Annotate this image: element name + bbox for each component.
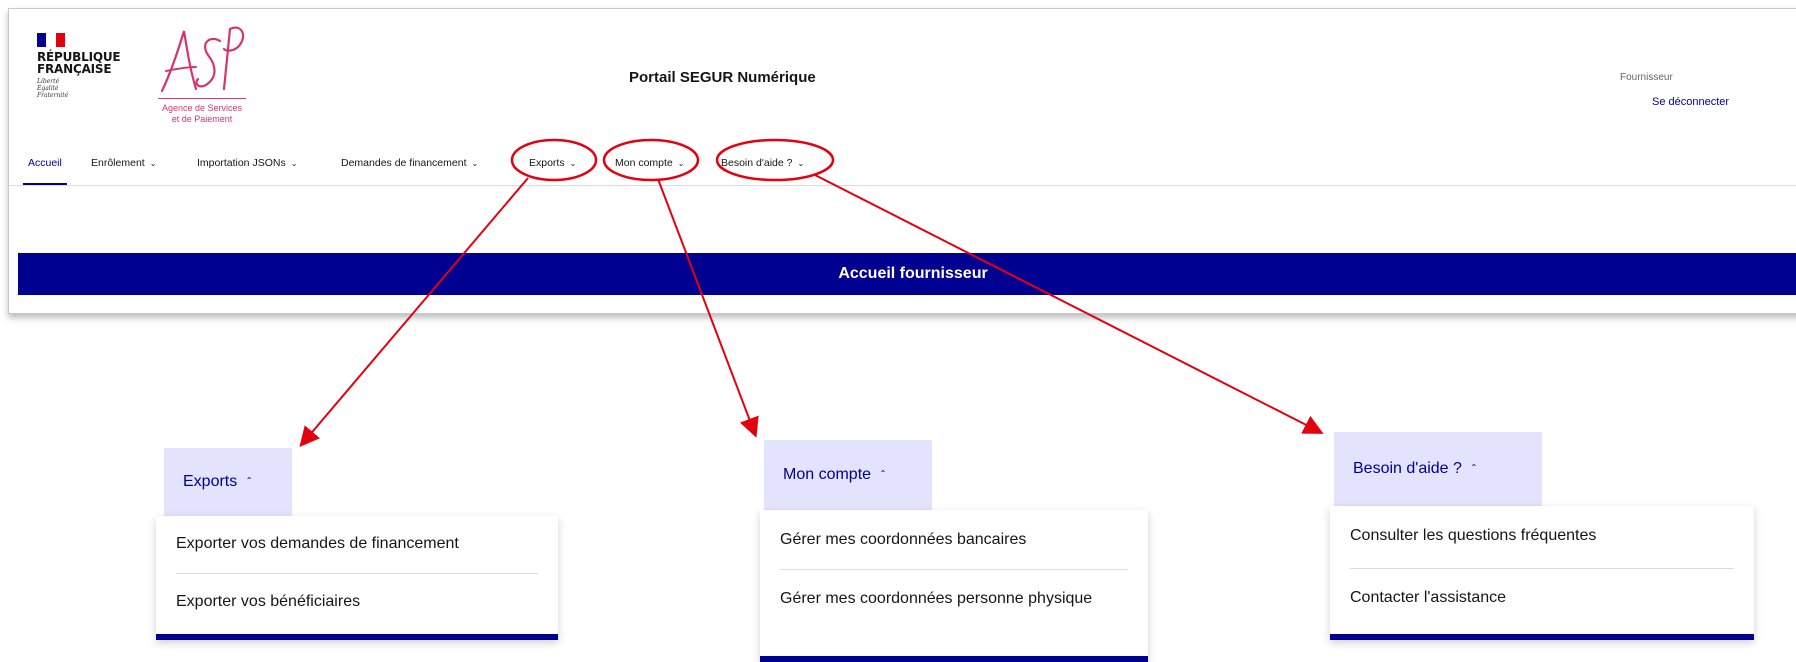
chevron-up-icon: ˆ <box>881 468 886 482</box>
menu-divider <box>176 573 538 574</box>
menu-item-exporter-demandes[interactable]: Exporter vos demandes de financement <box>176 530 538 558</box>
nav-item-label: Besoin d'aide ? <box>721 157 793 169</box>
exports-dropdown-menu: Exporter vos demandes de financement Exp… <box>156 516 558 640</box>
chevron-down-icon: ⌄ <box>797 159 805 168</box>
menu-divider <box>780 569 1128 570</box>
nav-item-demandes-financement[interactable]: Demandes de financement ⌄ <box>341 141 478 185</box>
chevron-down-icon: ⌄ <box>290 159 298 168</box>
republique-francaise-logo: RÉPUBLIQUE FRANÇAISE Liberté Égalité Fra… <box>37 33 127 99</box>
asp-subtitle-line1: Agence de Services <box>161 103 243 113</box>
nav-item-enrolement[interactable]: Enrôlement ⌄ <box>91 141 156 185</box>
nav-item-importation-jsons[interactable]: Importation JSONs ⌄ <box>197 141 297 185</box>
user-role-label: Fournisseur <box>1620 72 1673 83</box>
chevron-up-icon: ˆ <box>247 475 252 489</box>
menu-item-exporter-beneficiaires[interactable]: Exporter vos bénéficiaires <box>176 588 538 616</box>
motto-egalite: Égalité <box>37 85 59 92</box>
nav-item-label: Exports <box>529 157 565 169</box>
asp-subtitle-line2: et de Paiement <box>171 114 233 124</box>
motto-liberte: Liberté <box>37 78 60 85</box>
nav-item-label: Demandes de financement <box>341 157 467 169</box>
nav-item-mon-compte[interactable]: Mon compte ⌄ <box>615 141 684 185</box>
motto-fraternite: Fraternité <box>37 92 69 99</box>
nav-item-accueil[interactable]: Accueil <box>23 141 67 185</box>
menu-item-coordonnees-personne-physique[interactable]: Gérer mes coordonnées personne physique <box>780 584 1108 614</box>
account-dropdown-menu: Gérer mes coordonnées bancaires Gérer me… <box>760 510 1148 662</box>
exports-dropdown-toggle[interactable]: Exports ˆ <box>164 448 292 516</box>
help-dropdown-toggle[interactable]: Besoin d'aide ? ˆ <box>1334 432 1542 506</box>
nav-item-besoin-aide[interactable]: Besoin d'aide ? ⌄ <box>721 141 804 185</box>
chevron-up-icon: ˆ <box>1471 462 1476 476</box>
chevron-down-icon: ⌄ <box>569 159 577 168</box>
dropdown-label: Exports <box>183 473 238 490</box>
portal-screenshot-frame: RÉPUBLIQUE FRANÇAISE Liberté Égalité Fra… <box>8 8 1796 314</box>
nav-item-exports[interactable]: Exports ⌄ <box>529 141 576 185</box>
menu-item-contacter-assistance[interactable]: Contacter l'assistance <box>1350 584 1734 612</box>
menu-item-questions-frequentes[interactable]: Consulter les questions fréquentes <box>1350 522 1734 550</box>
asp-logo: Agence de Services et de Paiement <box>152 19 252 129</box>
nav-item-label: Importation JSONs <box>197 157 286 169</box>
flag-icon <box>37 33 65 47</box>
portal-title: Portail SEGUR Numérique <box>629 69 816 86</box>
logout-link[interactable]: Se déconnecter <box>1652 96 1729 108</box>
nav-item-label: Mon compte <box>615 157 673 169</box>
account-dropdown-toggle[interactable]: Mon compte ˆ <box>764 440 932 510</box>
page-banner: Accueil fournisseur <box>18 253 1796 295</box>
menu-divider <box>1350 568 1734 569</box>
republic-line2: FRANÇAISE <box>37 62 112 76</box>
nav-item-label: Accueil <box>28 157 62 169</box>
dropdown-label: Besoin d'aide ? <box>1353 460 1462 477</box>
help-dropdown-menu: Consulter les questions fréquentes Conta… <box>1330 506 1754 640</box>
main-navigation: Accueil Enrôlement ⌄ Importation JSONs ⌄ D… <box>9 141 1796 186</box>
chevron-down-icon: ⌄ <box>149 159 157 168</box>
nav-item-label: Enrôlement <box>91 157 145 169</box>
asp-script-logo-icon <box>160 26 245 93</box>
menu-item-coordonnees-bancaires[interactable]: Gérer mes coordonnées bancaires <box>780 526 1128 554</box>
chevron-down-icon: ⌄ <box>677 159 685 168</box>
chevron-down-icon: ⌄ <box>471 159 479 168</box>
dropdown-label: Mon compte <box>783 466 872 483</box>
